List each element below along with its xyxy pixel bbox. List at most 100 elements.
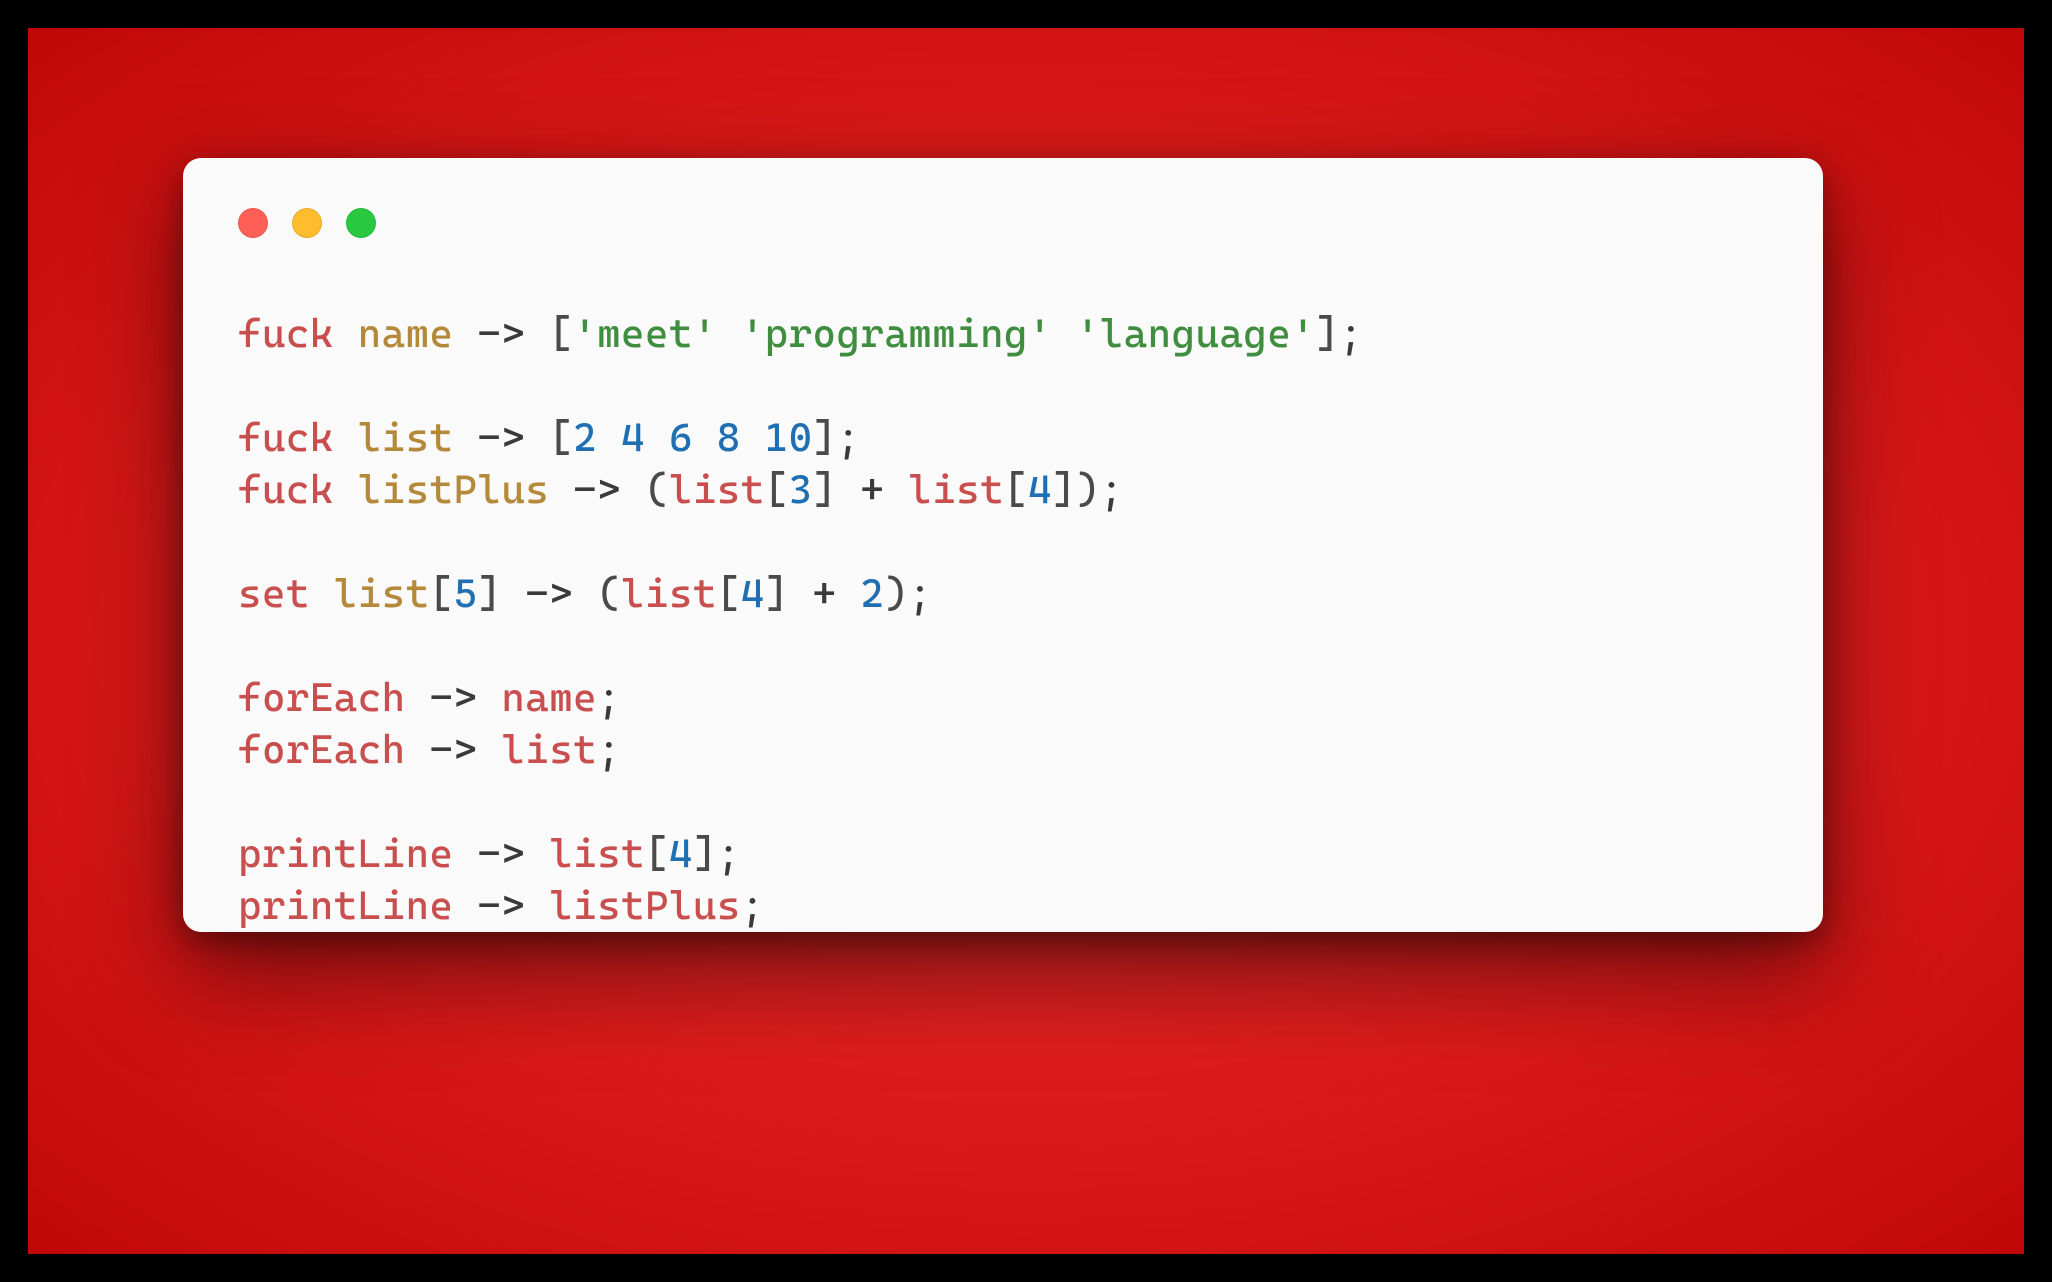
- code-token: ]: [693, 831, 717, 877]
- code-token: 4: [621, 415, 645, 461]
- code-token: ]: [813, 415, 837, 461]
- code-token: ->: [477, 831, 525, 877]
- code-token: [334, 311, 358, 357]
- code-token: [621, 467, 645, 513]
- code-token: [525, 415, 549, 461]
- code-line: [238, 360, 1768, 412]
- code-token: [645, 415, 669, 461]
- code-token: [597, 415, 621, 461]
- code-token: 'meet': [573, 311, 717, 357]
- code-token: 10: [765, 415, 813, 461]
- code-token: [: [645, 831, 669, 877]
- canvas-background: fuck name -> ['meet' 'programming' 'lang…: [28, 28, 2024, 1254]
- code-token: set: [238, 571, 310, 617]
- code-token: [: [717, 571, 741, 617]
- code-token: 4: [1028, 467, 1052, 513]
- code-token: name: [358, 311, 454, 357]
- traffic-light-close-icon[interactable]: [238, 208, 268, 238]
- code-token: ;: [597, 727, 621, 773]
- code-token: [334, 467, 358, 513]
- code-token: 'programming': [741, 311, 1052, 357]
- code-window: fuck name -> ['meet' 'programming' 'lang…: [183, 158, 1823, 932]
- code-token: listPlus: [358, 467, 550, 513]
- code-token: ]: [765, 571, 789, 617]
- code-token: [525, 311, 549, 357]
- code-token: ): [884, 571, 908, 617]
- code-token: 4: [669, 831, 693, 877]
- code-token: 5: [453, 571, 477, 617]
- code-token: [310, 571, 334, 617]
- code-token: ;: [717, 831, 741, 877]
- code-token: [: [549, 415, 573, 461]
- code-token: forEach: [238, 727, 406, 773]
- code-token: [693, 415, 717, 461]
- code-token: name: [501, 675, 597, 721]
- code-token: ;: [836, 415, 860, 461]
- traffic-light-minimize-icon[interactable]: [292, 208, 322, 238]
- code-token: ;: [908, 571, 932, 617]
- code-token: fuck: [238, 311, 334, 357]
- code-token: ->: [477, 883, 525, 929]
- code-token: fuck: [238, 467, 334, 513]
- code-token: 6: [669, 415, 693, 461]
- code-token: [453, 415, 477, 461]
- code-token: [: [765, 467, 789, 513]
- code-line: [238, 516, 1768, 568]
- window-titlebar: [238, 208, 1768, 238]
- code-token: list: [908, 467, 1004, 513]
- code-token: (: [645, 467, 669, 513]
- code-token: [334, 415, 358, 461]
- code-token: ->: [525, 571, 573, 617]
- code-token: [477, 675, 501, 721]
- code-token: 2: [573, 415, 597, 461]
- code-token: ]: [1315, 311, 1339, 357]
- code-token: ->: [430, 675, 478, 721]
- code-token: [453, 883, 477, 929]
- code-token: [406, 727, 430, 773]
- traffic-light-zoom-icon[interactable]: [346, 208, 376, 238]
- code-token: ;: [597, 675, 621, 721]
- code-token: list: [669, 467, 765, 513]
- code-token: [549, 467, 573, 513]
- code-token: 3: [789, 467, 813, 513]
- code-token: printLine: [238, 883, 453, 929]
- code-line: fuck list -> [2 4 6 8 10];: [238, 412, 1768, 464]
- code-token: [: [549, 311, 573, 357]
- code-token: [525, 883, 549, 929]
- code-token: ]: [477, 571, 501, 617]
- code-token: +: [813, 571, 837, 617]
- code-line: set list[5] -> (list[4] + 2);: [238, 568, 1768, 620]
- code-token: [: [430, 571, 454, 617]
- code-line: printLine -> list[4];: [238, 828, 1768, 880]
- code-token: [573, 571, 597, 617]
- code-token: (: [597, 571, 621, 617]
- code-token: [789, 571, 813, 617]
- code-line: forEach -> list;: [238, 724, 1768, 776]
- code-token: [884, 467, 908, 513]
- code-token: [453, 831, 477, 877]
- code-token: ->: [573, 467, 621, 513]
- code-token: [1052, 311, 1076, 357]
- code-token: list: [501, 727, 597, 773]
- code-token: [: [1004, 467, 1028, 513]
- code-line: [238, 776, 1768, 828]
- code-token: 4: [741, 571, 765, 617]
- code-token: forEach: [238, 675, 406, 721]
- code-token: ): [1076, 467, 1100, 513]
- code-token: list: [549, 831, 645, 877]
- code-token: ->: [477, 415, 525, 461]
- code-token: ;: [1100, 467, 1124, 513]
- code-token: ;: [1339, 311, 1363, 357]
- code-editor-content: fuck name -> ['meet' 'programming' 'lang…: [238, 308, 1768, 932]
- code-token: fuck: [238, 415, 334, 461]
- code-token: printLine: [238, 831, 453, 877]
- code-line: forEach -> name;: [238, 672, 1768, 724]
- code-token: [741, 415, 765, 461]
- code-token: 'language': [1076, 311, 1315, 357]
- code-token: ->: [430, 727, 478, 773]
- code-line: fuck name -> ['meet' 'programming' 'lang…: [238, 308, 1768, 360]
- code-token: list: [621, 571, 717, 617]
- code-token: list: [334, 571, 430, 617]
- code-token: ->: [477, 311, 525, 357]
- code-token: [836, 571, 860, 617]
